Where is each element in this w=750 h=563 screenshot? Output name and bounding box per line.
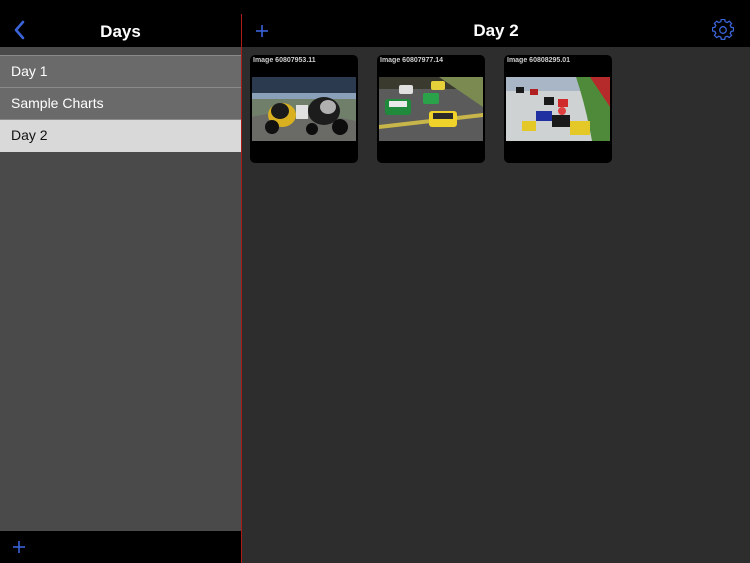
day-list-item[interactable]: Day 1 (0, 55, 241, 88)
plus-icon (13, 541, 25, 553)
detail-title: Day 2 (473, 21, 519, 40)
add-image-button[interactable] (254, 23, 270, 39)
day-list-item-label: Day 1 (11, 63, 48, 79)
sidebar-title: Days (100, 22, 141, 41)
chevron-left-icon (14, 20, 25, 40)
day-list-item-label: Sample Charts (11, 95, 104, 111)
days-sidebar: Days Day 1 Sample Charts Day 2 (0, 14, 241, 563)
kart-racing-image (506, 77, 610, 141)
day-detail-panel: Day 2 Image 60807953.11 Image 60807977.1… (242, 14, 750, 563)
image-label: Image 60807953.11 (253, 57, 316, 64)
settings-button[interactable] (711, 18, 735, 41)
motorcycle-racing-image (252, 77, 356, 141)
image-thumbnail[interactable]: Image 60807977.14 (377, 55, 485, 163)
back-button[interactable] (8, 18, 32, 42)
add-day-button[interactable] (11, 539, 27, 555)
day-list: Day 1 Sample Charts Day 2 (0, 55, 241, 152)
sidebar-footer (0, 531, 241, 563)
day-list-item-selected[interactable]: Day 2 (0, 120, 241, 152)
day-list-item-label: Day 2 (11, 127, 48, 143)
day-list-item[interactable]: Sample Charts (0, 88, 241, 120)
image-label: Image 60807977.14 (380, 57, 444, 64)
detail-header: Day 2 (242, 14, 750, 47)
gear-icon (711, 18, 735, 40)
image-label: Image 60808295.01 (507, 57, 571, 64)
sidebar-header: Days (0, 14, 241, 47)
plus-icon (256, 25, 268, 37)
image-thumbnail[interactable]: Image 60807953.11 (250, 55, 358, 163)
status-bar (0, 0, 750, 14)
image-thumbnail[interactable]: Image 60808295.01 (504, 55, 612, 163)
stock-car-racing-image (379, 77, 483, 141)
